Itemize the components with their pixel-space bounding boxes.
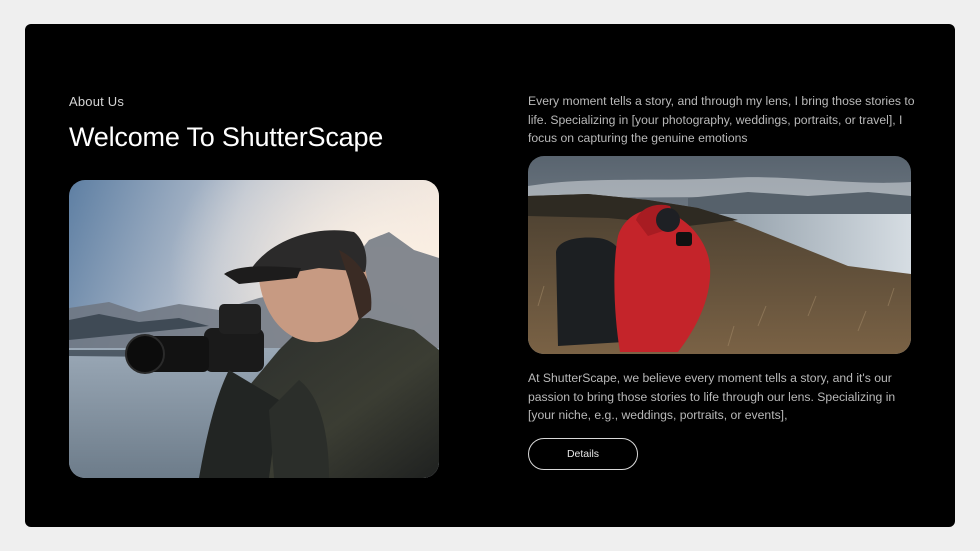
photographer-portrait-graphic bbox=[69, 180, 439, 478]
hiker-photographer-image bbox=[528, 156, 911, 354]
hiker-photographer-graphic bbox=[528, 156, 911, 354]
about-paragraph: At ShutterScape, we believe every moment… bbox=[528, 371, 896, 422]
photographer-portrait-image bbox=[69, 180, 439, 478]
intro-paragraph: Every moment tells a story, and through … bbox=[528, 94, 915, 145]
page-title: Welcome To ShutterScape bbox=[69, 122, 384, 152]
section-eyebrow: About Us bbox=[69, 94, 125, 109]
details-button[interactable]: Details bbox=[528, 438, 638, 470]
